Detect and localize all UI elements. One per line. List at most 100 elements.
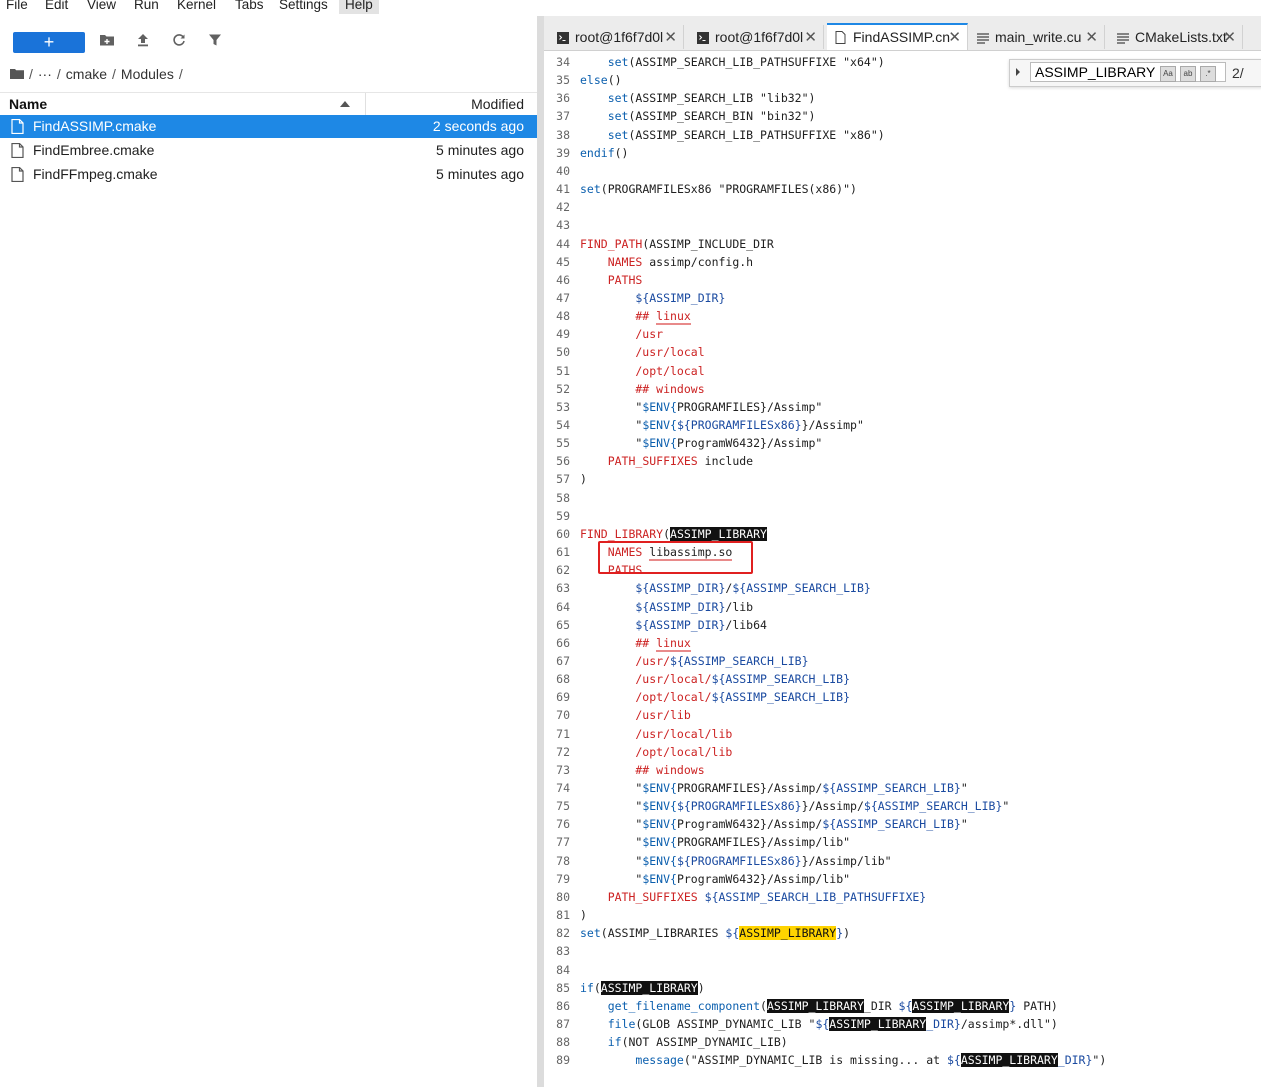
code-line[interactable]: /opt/local [580,362,704,380]
code-line[interactable]: PATH_SUFFIXES ${ASSIMP_SEARCH_LIB_PATHSU… [580,888,927,906]
code-line[interactable]: if(ASSIMP_LIBRARY) [580,979,705,997]
code-line[interactable]: set(PROGRAMFILESx86 "PROGRAMFILES(x86)") [580,180,857,198]
code-line[interactable]: /usr/lib [580,706,690,724]
line-number: 58 [556,490,570,505]
menu-settings[interactable]: Settings [273,0,334,14]
code-line[interactable]: ${ASSIMP_DIR} [580,289,725,307]
code-line[interactable]: /usr/local/${ASSIMP_SEARCH_LIB} [580,670,850,688]
code-line[interactable]: ## linux [580,634,691,652]
tab-terminal-2[interactable]: root@1f6f7d0l ✕ [689,25,824,49]
code-line[interactable]: ${ASSIMP_DIR}/${ASSIMP_SEARCH_LIB} [580,579,870,597]
menu-file[interactable]: File [0,0,34,14]
filter-icon[interactable] [206,33,224,51]
code-line[interactable]: ## windows [580,380,704,398]
folder-icon[interactable] [10,66,24,82]
code-line[interactable]: ## linux [580,307,691,326]
line-number: 68 [556,672,570,687]
code-line[interactable]: ## windows [580,761,704,779]
column-modified[interactable]: Modified [471,96,524,112]
code-line[interactable]: set(ASSIMP_SEARCH_BIN "bin32") [580,107,816,125]
line-number: 83 [556,944,570,959]
code-line[interactable]: get_filename_component(ASSIMP_LIBRARY_DI… [580,997,1058,1015]
menu-edit[interactable]: Edit [39,0,74,14]
code-line[interactable]: NAMES assimp/config.h [580,253,753,271]
line-number: 56 [556,454,570,469]
column-name[interactable]: Name [9,96,47,112]
code-line[interactable]: /usr/${ASSIMP_SEARCH_LIB} [580,652,808,670]
code-line[interactable]: PATH_SUFFIXES include [580,452,753,470]
upload-icon[interactable] [134,33,152,51]
close-icon[interactable]: ✕ [804,28,817,46]
code-line[interactable]: if(NOT ASSIMP_DYNAMIC_LIB) [580,1033,788,1051]
tab-main-write[interactable]: main_write.cu ✕ [969,25,1105,49]
line-number: 65 [556,617,570,632]
code-line[interactable]: set(ASSIMP_SEARCH_LIB "lib32") [580,89,816,107]
expand-replace-icon[interactable] [1016,68,1020,76]
tab-label: FindASSIMP.cn [853,29,951,45]
tab-label: root@1f6f7d0l [575,29,664,45]
whole-word-icon[interactable]: ab [1180,66,1196,82]
regex-icon[interactable]: .* [1200,66,1216,82]
code-line[interactable]: "$ENV{${PROGRAMFILESx86}}/Assimp/${ASSIM… [580,797,1009,815]
breadcrumb-ellipsis[interactable]: ··· [38,66,52,82]
code-line[interactable]: ) [580,470,587,488]
code-line[interactable]: file(GLOB ASSIMP_DYNAMIC_LIB "${ASSIMP_L… [580,1015,1058,1033]
code-line[interactable]: set(ASSIMP_SEARCH_LIB_PATHSUFFIXE "x86") [580,126,885,144]
menu-help[interactable]: Help [339,0,379,14]
close-icon[interactable]: ✕ [1085,28,1098,46]
code-line[interactable]: PATHS [580,271,643,289]
file-row[interactable]: FindEmbree.cmake 5 minutes ago [0,139,537,162]
sort-ascending-icon[interactable] [340,101,350,107]
line-number: 71 [556,726,570,741]
panel-splitter[interactable] [537,16,544,1087]
file-row[interactable]: FindASSIMP.cmake 2 seconds ago [0,115,537,138]
match-count: 2/ [1232,65,1244,81]
code-line[interactable]: "$ENV{PROGRAMFILES}/Assimp/lib" [580,833,850,851]
menu-run[interactable]: Run [128,0,165,14]
close-icon[interactable]: ✕ [664,28,677,46]
code-line[interactable]: /usr/local [580,343,704,361]
code-line[interactable]: /usr [580,325,663,343]
code-line[interactable]: ) [580,906,587,924]
code-line[interactable]: ${ASSIMP_DIR}/lib64 [580,616,767,634]
code-line[interactable]: /opt/local/${ASSIMP_SEARCH_LIB} [580,688,850,706]
close-icon[interactable]: ✕ [1223,28,1236,46]
menu-tabs[interactable]: Tabs [229,0,270,14]
code-line[interactable]: message("ASSIMP_DYNAMIC_LIB is missing..… [580,1051,1106,1069]
code-line[interactable]: ${ASSIMP_DIR}/lib [580,598,753,616]
line-number: 44 [556,236,570,251]
code-line[interactable]: "$ENV{${PROGRAMFILESx86}}/Assimp" [580,416,864,434]
code-line[interactable]: "$ENV{ProgramW6432}/Assimp/${ASSIMP_SEAR… [580,815,967,833]
file-row[interactable]: FindFFmpeg.cmake 5 minutes ago [0,163,537,186]
line-number: 72 [556,744,570,759]
code-line[interactable]: endif() [580,144,628,162]
match-case-icon[interactable]: Aa [1160,66,1176,82]
code-line[interactable]: set(ASSIMP_SEARCH_LIB_PATHSUFFIXE "x64") [580,53,885,71]
menu-kernel[interactable]: Kernel [171,0,222,14]
code-line[interactable]: FIND_PATH(ASSIMP_INCLUDE_DIR [580,235,774,253]
menu-view[interactable]: View [81,0,122,14]
find-input[interactable] [1030,62,1226,82]
code-line[interactable]: "$ENV{PROGRAMFILES}/Assimp" [580,398,822,416]
breadcrumb-cmake[interactable]: cmake [66,66,107,82]
code-line[interactable]: "$ENV{ProgramW6432}/Assimp" [580,434,822,452]
code-line[interactable]: "$ENV{PROGRAMFILES}/Assimp/${ASSIMP_SEAR… [580,779,967,797]
code-line[interactable]: else() [580,71,622,89]
code-line[interactable]: "$ENV{${PROGRAMFILESx86}}/Assimp/lib" [580,852,891,870]
tab-findassimp[interactable]: FindASSIMP.cn ✕ [827,23,968,50]
code-line[interactable]: "$ENV{ProgramW6432}/Assimp/lib" [580,870,850,888]
code-line[interactable]: set(ASSIMP_LIBRARIES ${ASSIMP_LIBRARY}) [580,924,850,942]
refresh-icon[interactable] [170,33,188,51]
code-line[interactable]: /usr/local/lib [580,725,732,743]
line-number: 77 [556,835,570,850]
new-folder-icon[interactable] [98,33,116,51]
code-line[interactable]: /opt/local/lib [580,743,732,761]
tab-terminal-1[interactable]: root@1f6f7d0l ✕ [549,25,684,49]
new-launcher-button[interactable]: + [13,32,85,53]
close-icon[interactable]: ✕ [948,28,961,46]
breadcrumb-sep: / [112,66,116,82]
tab-cmakelists[interactable]: CMakeLists.txt ✕ [1109,25,1243,49]
breadcrumb-root[interactable]: / [29,66,33,82]
column-divider[interactable] [365,93,366,115]
breadcrumb-modules[interactable]: Modules [121,66,174,82]
